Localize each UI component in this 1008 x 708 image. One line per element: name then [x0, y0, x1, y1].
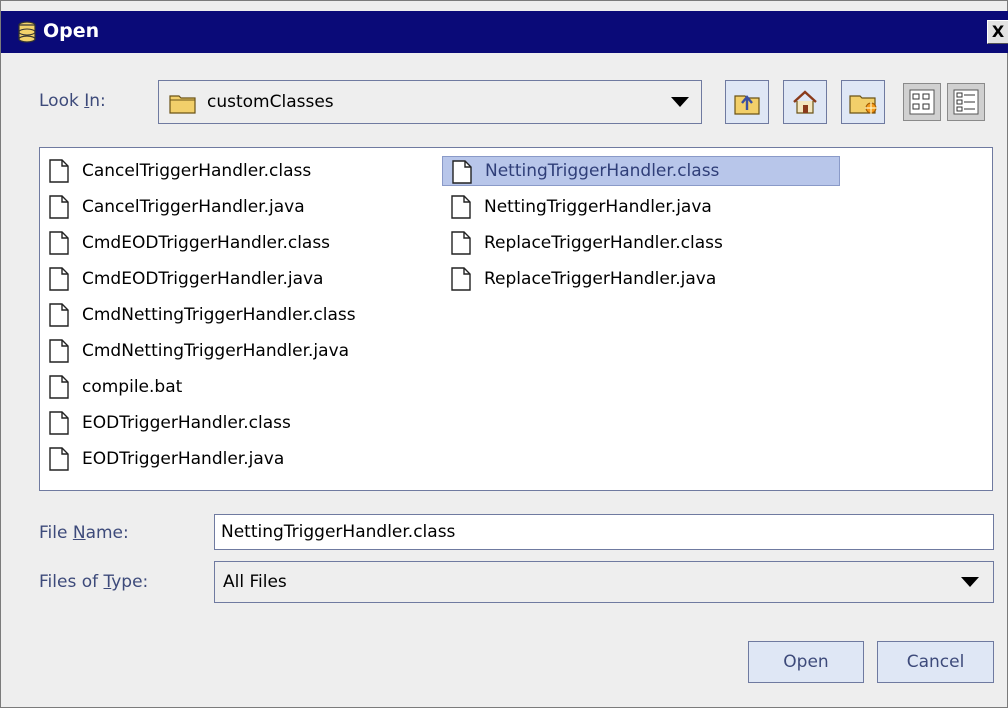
file-icon — [451, 231, 471, 255]
file-list-item[interactable]: CancelTriggerHandler.class — [40, 156, 317, 186]
file-list-item[interactable]: EODTriggerHandler.class — [40, 408, 297, 438]
file-list-item[interactable]: CancelTriggerHandler.java — [40, 192, 311, 222]
file-name-text: NettingTriggerHandler.java — [484, 197, 712, 217]
chevron-down-icon[interactable] — [671, 97, 689, 107]
file-list[interactable]: CancelTriggerHandler.class CancelTriggerH… — [39, 147, 993, 491]
file-name-text: EODTriggerHandler.class — [82, 413, 291, 433]
look-in-combobox[interactable]: customClasses — [158, 80, 702, 124]
close-icon: X — [991, 22, 1005, 41]
file-list-item[interactable]: NettingTriggerHandler.class — [442, 156, 840, 186]
file-list-item[interactable]: CmdEODTriggerHandler.java — [40, 264, 329, 294]
file-list-item[interactable]: EODTriggerHandler.java — [40, 444, 290, 474]
up-one-level-icon — [734, 95, 760, 115]
file-name-text: NettingTriggerHandler.class — [485, 161, 720, 181]
file-name-input[interactable]: NettingTriggerHandler.class — [214, 514, 994, 550]
file-name-text: ReplaceTriggerHandler.class — [484, 233, 723, 253]
file-icon — [451, 195, 471, 219]
file-icon — [49, 339, 69, 363]
file-icon — [49, 231, 69, 255]
file-name-text: CmdNettingTriggerHandler.java — [82, 341, 350, 361]
file-icon — [49, 159, 69, 183]
files-of-type-value: All Files — [223, 572, 287, 592]
file-icon — [49, 447, 69, 471]
new-folder-icon — [849, 95, 877, 114]
files-of-type-label: Files of Type: — [39, 572, 149, 592]
file-name-text: CancelTriggerHandler.java — [82, 197, 305, 217]
file-name-text: CmdEODTriggerHandler.java — [82, 269, 324, 289]
up-one-level-button[interactable] — [725, 80, 769, 124]
file-icon — [49, 375, 69, 399]
folder-icon — [169, 95, 196, 114]
list-view-button[interactable] — [903, 83, 941, 121]
file-name-text: compile.bat — [82, 377, 183, 397]
file-list-item[interactable]: NettingTriggerHandler.java — [442, 192, 840, 222]
file-name-text: CmdEODTriggerHandler.class — [82, 233, 331, 253]
file-icon — [451, 267, 471, 291]
file-icon — [452, 160, 472, 184]
chevron-down-icon[interactable] — [961, 577, 979, 587]
window-title: Open — [43, 20, 100, 42]
cancel-button[interactable]: Cancel — [877, 641, 994, 683]
file-icon — [49, 303, 69, 327]
home-button[interactable] — [783, 80, 827, 124]
look-in-label: Look In: — [39, 91, 106, 111]
new-folder-button[interactable] — [841, 80, 885, 124]
file-list-item[interactable]: ReplaceTriggerHandler.java — [442, 264, 840, 294]
close-button[interactable]: X — [987, 20, 1008, 44]
file-list-item[interactable]: CmdNettingTriggerHandler.class — [40, 300, 362, 330]
open-dialog: Open X Look In: customClasses CancelTrig… — [0, 0, 1008, 708]
look-in-value: customClasses — [207, 92, 334, 112]
file-list-item[interactable]: CmdNettingTriggerHandler.java — [40, 336, 355, 366]
open-button[interactable]: Open — [748, 641, 864, 683]
list-view-icon — [909, 89, 935, 115]
file-name-text: ReplaceTriggerHandler.java — [484, 269, 717, 289]
home-icon — [793, 90, 817, 114]
file-name-text: CancelTriggerHandler.class — [82, 161, 312, 181]
app-icon — [18, 21, 36, 43]
files-of-type-combobox[interactable]: All Files — [214, 561, 994, 603]
file-icon — [49, 267, 69, 291]
file-list-item[interactable]: ReplaceTriggerHandler.class — [442, 228, 840, 258]
title-bar[interactable]: Open X — [1, 11, 1008, 53]
details-view-button[interactable] — [947, 83, 985, 121]
file-icon — [49, 195, 69, 219]
file-list-item[interactable]: CmdEODTriggerHandler.class — [40, 228, 336, 258]
details-view-icon — [953, 89, 979, 115]
file-icon — [49, 411, 69, 435]
file-name-text: CmdNettingTriggerHandler.class — [82, 305, 356, 325]
file-name-label: File Name: — [39, 523, 129, 543]
file-name-text: EODTriggerHandler.java — [82, 449, 285, 469]
file-list-item[interactable]: compile.bat — [40, 372, 188, 402]
